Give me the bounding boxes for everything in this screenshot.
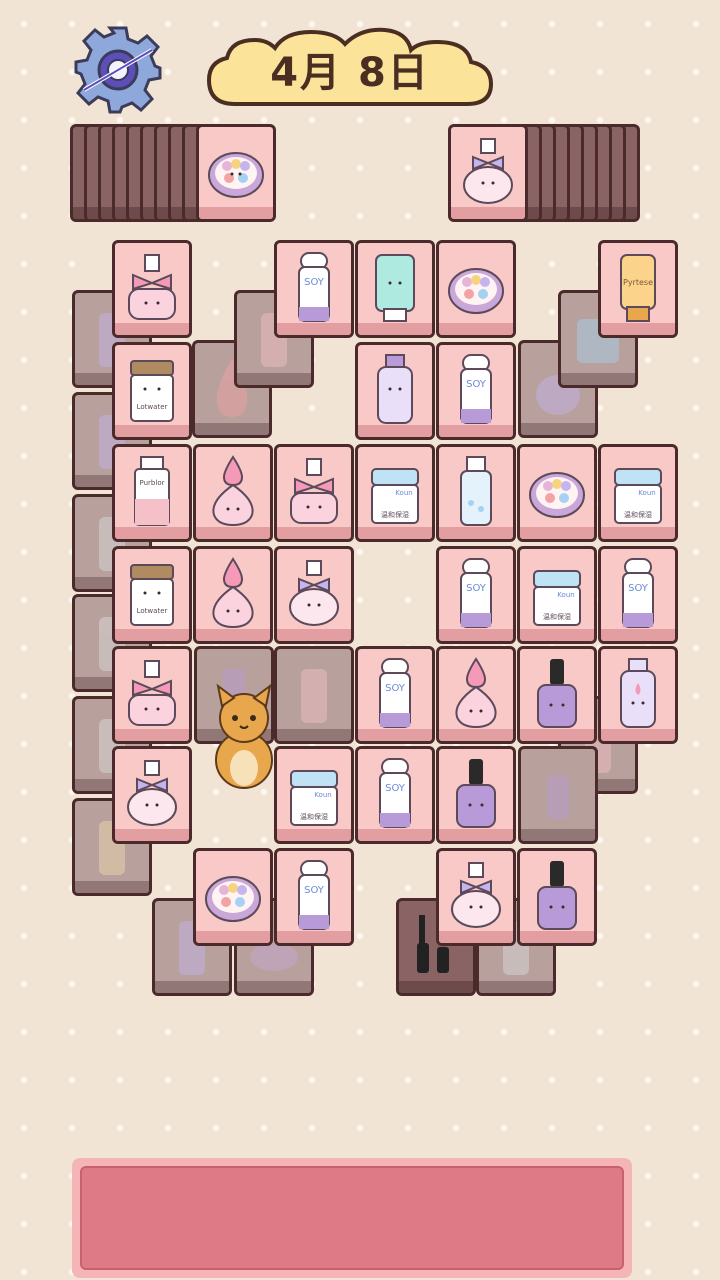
tile-perfume-drop[interactable] xyxy=(193,546,273,644)
soy-bottle-icon: SOY xyxy=(298,860,330,930)
tile-eyeshadow-palette[interactable] xyxy=(517,444,597,542)
collection-tray xyxy=(72,1158,632,1278)
tile-cream-jar-koun[interactable]: Koun 温和保湿 xyxy=(598,444,678,542)
perfume-bow-pink-icon xyxy=(128,254,176,320)
svg-text:Lotwater: Lotwater xyxy=(137,403,168,411)
perfume-drop-icon xyxy=(212,455,254,527)
svg-text:SOY: SOY xyxy=(385,783,406,794)
soy-bottle-icon: SOY xyxy=(460,558,492,628)
svg-text:Lotwater: Lotwater xyxy=(137,607,168,615)
svg-text:SOY: SOY xyxy=(466,379,487,390)
sunscreen-tube-icon: Pyrtese xyxy=(620,254,656,322)
tile-perfume-bow-pink[interactable] xyxy=(112,646,192,744)
tile-cream-jar-koun[interactable]: Koun 温和保湿 xyxy=(355,444,435,542)
tile-perfume-drop[interactable] xyxy=(193,444,273,542)
date-label: 4月 8日 xyxy=(270,50,430,96)
cat-mascot-icon[interactable] xyxy=(204,680,284,790)
tile-lotion-bottle-lilac[interactable] xyxy=(598,646,678,744)
perfume-bow-lilac-icon xyxy=(289,560,339,626)
svg-text:Koun: Koun xyxy=(638,489,655,497)
face-cream-jar-icon: Lotwater xyxy=(130,360,174,422)
covered-tile xyxy=(518,746,598,844)
tile-eyeshadow-palette[interactable] xyxy=(193,848,273,946)
svg-text:Purblor: Purblor xyxy=(140,479,165,487)
perfume-bow-pink-icon xyxy=(128,660,176,726)
svg-text:SOY: SOY xyxy=(466,583,487,594)
tile-toner-bottle[interactable]: Purblor xyxy=(112,444,192,542)
tile-perfume-bow-lilac[interactable] xyxy=(112,746,192,844)
spray-bottle-icon xyxy=(460,456,492,526)
toner-bottle-icon: Purblor xyxy=(134,456,170,526)
tile-spray-bottle[interactable] xyxy=(436,444,516,542)
tile-soy-bottle[interactable]: SOY xyxy=(274,240,354,338)
tile-nail-polish[interactable] xyxy=(517,848,597,946)
cream-jar-koun-icon: Koun 温和保湿 xyxy=(614,468,662,524)
tile-soy-bottle[interactable]: SOY xyxy=(598,546,678,644)
tile-nail-polish[interactable] xyxy=(517,646,597,744)
tile-perfume-bow-lilac[interactable] xyxy=(274,546,354,644)
tile-soy-bottle[interactable]: SOY xyxy=(274,848,354,946)
tile-soy-bottle[interactable]: SOY xyxy=(355,646,435,744)
covered-tile xyxy=(274,646,354,744)
tile-soy-bottle[interactable]: SOY xyxy=(436,546,516,644)
svg-text:Koun: Koun xyxy=(395,489,412,497)
tile-cream-jar-koun[interactable]: Koun 温和保湿 xyxy=(517,546,597,644)
tray-slots[interactable] xyxy=(80,1166,624,1270)
svg-text:温和保湿: 温和保湿 xyxy=(543,612,571,621)
tile-face-cream-jar[interactable]: Lotwater xyxy=(112,546,192,644)
svg-text:Pyrtese: Pyrtese xyxy=(623,278,653,287)
svg-text:温和保湿: 温和保湿 xyxy=(381,510,409,519)
lotion-bottle-lilac-icon xyxy=(377,354,413,424)
tile-perfume-drop[interactable] xyxy=(436,646,516,744)
perfume-bow-lilac-icon xyxy=(127,760,177,826)
eyeshadow-palette-icon xyxy=(205,876,261,922)
nail-polish-icon xyxy=(456,759,496,828)
perfume-drop-icon xyxy=(455,657,497,729)
tile-soy-bottle[interactable]: SOY xyxy=(436,342,516,440)
soy-bottle-icon: SOY xyxy=(298,252,330,322)
soy-bottle-icon: SOY xyxy=(379,658,411,728)
tile-perfume-bow-pink[interactable] xyxy=(274,444,354,542)
svg-text:SOY: SOY xyxy=(304,277,325,288)
tile-cream-jar-koun[interactable]: Koun 温和保湿 xyxy=(274,746,354,844)
perfume-bow-lilac-icon xyxy=(451,862,501,928)
tile-perfume-bow-lilac[interactable] xyxy=(436,848,516,946)
eyeshadow-palette-icon xyxy=(448,268,504,314)
cream-jar-koun-icon: Koun 温和保湿 xyxy=(290,770,338,826)
tile-soy-bottle[interactable]: SOY xyxy=(355,746,435,844)
nail-polish-icon xyxy=(537,659,577,728)
face-cream-jar-icon: Lotwater xyxy=(130,564,174,626)
soy-bottle-icon: SOY xyxy=(622,558,654,628)
deck-tile-perfume-bow-lilac[interactable] xyxy=(448,124,528,222)
tile-tube-mint[interactable] xyxy=(355,240,435,338)
tile-perfume-bow-pink[interactable] xyxy=(112,240,192,338)
tile-lotion-bottle-lilac[interactable] xyxy=(355,342,435,440)
tile-nail-polish[interactable] xyxy=(436,746,516,844)
svg-text:Koun: Koun xyxy=(557,591,574,599)
perfume-bow-pink-icon xyxy=(290,458,338,524)
lotion-bottle-lilac-icon xyxy=(620,658,656,728)
tile-face-cream-jar[interactable]: Lotwater xyxy=(112,342,192,440)
svg-text:温和保湿: 温和保湿 xyxy=(300,812,328,821)
perfume-bow-lilac-icon xyxy=(463,138,513,204)
settings-gear-icon[interactable] xyxy=(72,24,164,116)
nail-polish-icon xyxy=(537,861,577,930)
svg-text:温和保湿: 温和保湿 xyxy=(624,510,652,519)
svg-text:SOY: SOY xyxy=(628,583,649,594)
cream-jar-koun-icon: Koun 温和保湿 xyxy=(533,570,581,626)
soy-bottle-icon: SOY xyxy=(379,758,411,828)
cream-jar-koun-icon: Koun 温和保湿 xyxy=(371,468,419,524)
svg-text:SOY: SOY xyxy=(385,683,406,694)
eyeshadow-palette-icon xyxy=(529,472,585,518)
perfume-drop-icon xyxy=(212,557,254,629)
eyeshadow-palette-icon xyxy=(208,152,264,198)
tile-eyeshadow-palette[interactable] xyxy=(436,240,516,338)
deck-tile-eyeshadow-palette[interactable] xyxy=(196,124,276,222)
tile-sunscreen-tube[interactable]: Pyrtese xyxy=(598,240,678,338)
svg-text:Koun: Koun xyxy=(314,791,331,799)
soy-bottle-icon: SOY xyxy=(460,354,492,424)
svg-text:SOY: SOY xyxy=(304,885,325,896)
cleanser-tube-icon xyxy=(375,254,415,322)
